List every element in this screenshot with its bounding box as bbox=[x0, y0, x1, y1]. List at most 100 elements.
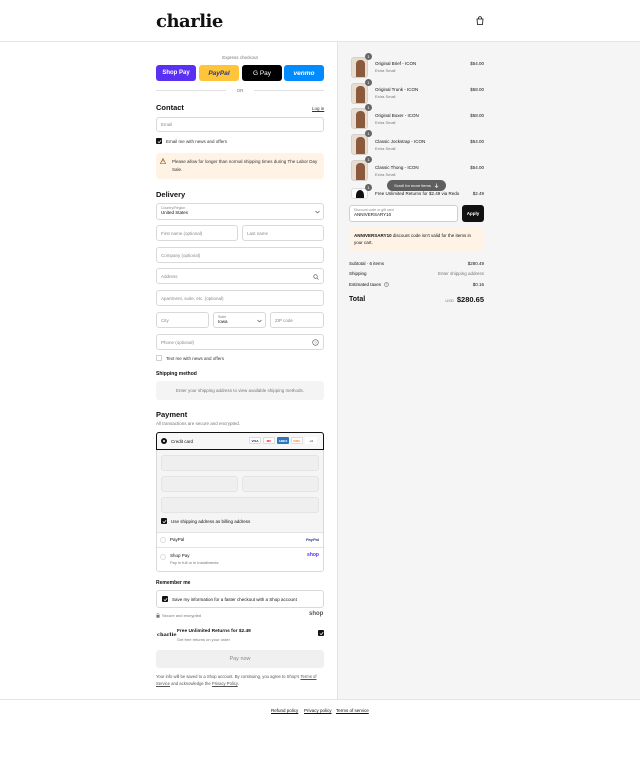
store-logo[interactable]: charlie bbox=[156, 11, 223, 32]
shop-pay-radio[interactable] bbox=[160, 554, 166, 560]
state-select[interactable]: State Iowa bbox=[213, 312, 266, 328]
shop-pay-option-label: Shop Pay bbox=[170, 553, 190, 558]
scroll-more-pill[interactable]: Scroll for more items bbox=[387, 180, 446, 191]
email-input[interactable]: Email bbox=[156, 117, 324, 132]
estimated-taxes-label: Estimated taxes ? bbox=[349, 282, 390, 288]
company-placeholder: Company (optional) bbox=[161, 252, 201, 258]
pay-now-label: Pay now bbox=[229, 656, 251, 662]
billing-same-checkbox[interactable] bbox=[161, 518, 167, 524]
discover-icon: DISC bbox=[291, 437, 303, 444]
login-link[interactable]: Log in bbox=[312, 106, 324, 111]
email-news-label: Email me with news and offers bbox=[166, 139, 227, 144]
card-expiry-input[interactable] bbox=[161, 476, 238, 492]
check-icon bbox=[162, 519, 166, 523]
subtotal-value: $280.49 bbox=[467, 261, 484, 266]
shipping-notice-text: Please allow for longer than normal ship… bbox=[172, 159, 318, 172]
help-circle-icon[interactable]: ? bbox=[384, 282, 390, 288]
shop-pay-label: Shop Pay bbox=[162, 70, 190, 76]
save-info-label: Save my information for a faster checkou… bbox=[172, 597, 297, 602]
card-number-input[interactable] bbox=[161, 455, 319, 471]
google-pay-label: G Pay bbox=[252, 69, 272, 77]
shipping-value: Enter shipping address bbox=[437, 271, 484, 276]
quantity-badge: 1 bbox=[365, 130, 372, 137]
arrow-down-icon bbox=[434, 183, 439, 188]
company-input[interactable]: Company (optional) bbox=[156, 247, 324, 263]
discount-code-input[interactable]: Discount code or gift card ANNIVERSARY10 bbox=[349, 205, 458, 222]
text-news-checkbox[interactable] bbox=[156, 355, 162, 361]
more-cards-icon: +4 bbox=[305, 437, 317, 444]
product-image bbox=[351, 57, 368, 78]
shipping-method-placeholder: Enter your shipping address to view avai… bbox=[156, 381, 324, 400]
privacy-policy-footer-link[interactable]: Privacy policy bbox=[304, 708, 332, 713]
shipping-method-heading: Shipping method bbox=[156, 371, 197, 377]
refund-policy-link[interactable]: Refund policy bbox=[271, 708, 298, 713]
check-icon bbox=[157, 139, 161, 143]
credit-card-radio[interactable] bbox=[161, 438, 167, 444]
last-name-input[interactable]: Last name bbox=[242, 225, 324, 241]
estimated-taxes-value: $0.16 bbox=[472, 282, 484, 287]
shop-logo: shop bbox=[309, 611, 324, 617]
email-news-checkbox[interactable] bbox=[156, 138, 162, 144]
credit-card-label: Credit card bbox=[171, 439, 194, 444]
apply-discount-button[interactable]: Apply bbox=[462, 205, 484, 222]
express-checkout-title: Express checkout bbox=[222, 55, 258, 60]
zip-input[interactable]: ZIP code bbox=[270, 312, 324, 328]
save-info-checkbox[interactable] bbox=[162, 596, 168, 602]
discount-error-code: ANNIVERSARY10 bbox=[354, 233, 392, 238]
card-cvv-input[interactable] bbox=[242, 476, 319, 492]
lock-icon bbox=[156, 613, 160, 618]
item-name: Classic Thong - ICON bbox=[375, 165, 419, 170]
apartment-input[interactable]: Apartment, suite, etc. (optional) bbox=[156, 290, 324, 306]
privacy-policy-link[interactable]: Privacy Policy bbox=[212, 681, 238, 686]
contact-heading: Contact bbox=[156, 103, 184, 112]
text-news-label: Text me with news and offers bbox=[166, 356, 224, 361]
discount-value: ANNIVERSARY10 bbox=[354, 212, 392, 217]
payment-subtitle: All transactions are secure and encrypte… bbox=[156, 421, 241, 426]
check-icon bbox=[163, 597, 167, 601]
country-select[interactable]: Country/Region United States bbox=[156, 203, 324, 220]
terms-of-service-footer-link[interactable]: Terms of service bbox=[336, 708, 369, 713]
shopping-bag-icon[interactable] bbox=[476, 16, 484, 25]
phone-input[interactable]: Phone (optional) ? bbox=[156, 334, 324, 350]
paypal-radio[interactable] bbox=[160, 537, 166, 543]
card-name-input[interactable] bbox=[161, 497, 319, 513]
search-icon bbox=[313, 274, 319, 280]
secure-encrypted-label: Secure and encrypted bbox=[162, 613, 202, 618]
paypal-label: PayPal bbox=[170, 537, 185, 542]
apartment-placeholder: Apartment, suite, etc. (optional) bbox=[161, 295, 224, 301]
address-input[interactable]: Address bbox=[156, 268, 324, 284]
scroll-more-label: Scroll for more items bbox=[394, 183, 431, 188]
help-circle-icon[interactable]: ? bbox=[312, 339, 319, 346]
product-image bbox=[351, 83, 368, 104]
item-name: Classic Jockstrap - ICON bbox=[375, 139, 426, 144]
shop-pay-button[interactable]: Shop Pay bbox=[156, 65, 196, 81]
returns-checkbox[interactable] bbox=[318, 630, 324, 636]
venmo-button[interactable]: venmo bbox=[284, 65, 324, 81]
paypal-button[interactable]: PayPal bbox=[199, 65, 239, 81]
amex-icon: AMEX bbox=[277, 437, 289, 444]
item-variant: Extra Small bbox=[375, 94, 396, 99]
divider bbox=[156, 90, 226, 91]
returns-subtitle: Get free returns on your order bbox=[177, 637, 230, 642]
paypal-logo: PayPal bbox=[305, 537, 319, 542]
check-icon bbox=[319, 631, 323, 635]
remember-me-heading: Remember me bbox=[156, 580, 191, 586]
shop-pay-option[interactable]: Shop Pay Pay in full or in installments … bbox=[157, 547, 323, 571]
first-name-input[interactable]: First name (optional) bbox=[156, 225, 238, 241]
total-value: USD $280.65 bbox=[445, 295, 484, 304]
discount-error: ANNIVERSARY10 discount code isn't valid … bbox=[349, 227, 484, 251]
item-name: Original Boxer - ICON bbox=[375, 113, 419, 118]
returns-title: Free Unlimited Returns for $2.49 bbox=[177, 629, 251, 634]
pay-now-button[interactable]: Pay now bbox=[156, 650, 324, 668]
paypal-option[interactable]: PayPal PayPal bbox=[157, 532, 323, 547]
product-image bbox=[351, 160, 368, 181]
item-variant: Extra Small bbox=[375, 172, 396, 177]
item-name: Original Trunk - ICON bbox=[375, 87, 419, 92]
address-placeholder: Address bbox=[161, 273, 178, 279]
warning-icon bbox=[160, 158, 166, 164]
city-input[interactable]: City bbox=[156, 312, 209, 328]
zip-placeholder: ZIP code bbox=[275, 317, 293, 323]
item-variant: Extra Small bbox=[375, 120, 396, 125]
google-pay-button[interactable]: G Pay bbox=[242, 65, 282, 81]
quantity-badge: 1 bbox=[365, 184, 372, 191]
